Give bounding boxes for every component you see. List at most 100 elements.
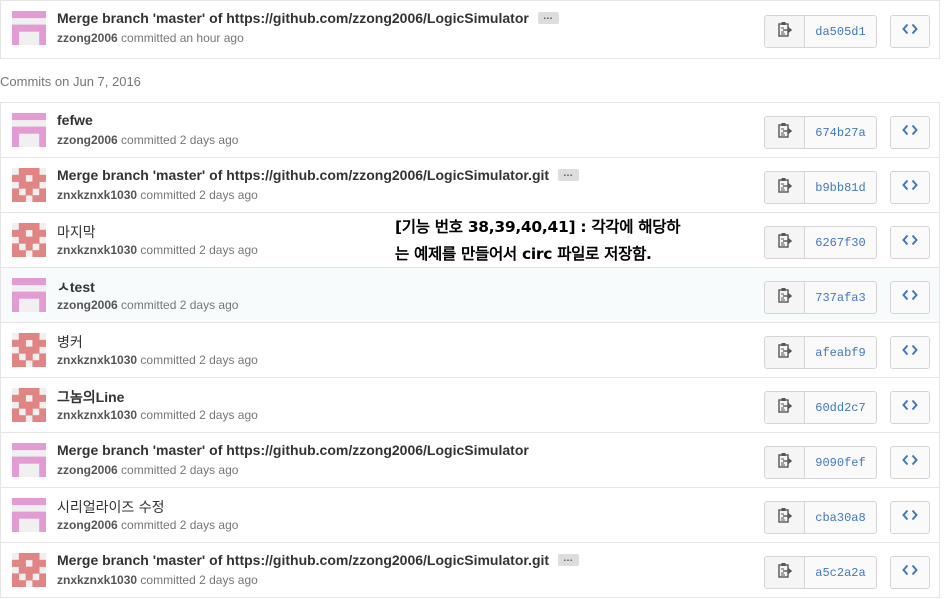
browse-files-button[interactable] <box>890 501 930 534</box>
commit-row: 그놈의Line znxkznxk1030 committed 2 days ago… <box>1 377 939 432</box>
commit-author-link[interactable]: znxkznxk1030 <box>57 408 137 422</box>
commit-title-link[interactable]: 시리얼라이즈 수정 <box>57 497 165 517</box>
clippy-icon <box>777 177 792 198</box>
copy-sha-button[interactable] <box>764 501 805 534</box>
clippy-icon <box>777 21 792 42</box>
clippy-icon <box>777 397 792 418</box>
commit-list-latest: Merge branch 'master' of https://github.… <box>0 0 940 59</box>
commit-title-link[interactable]: 그놈의Line <box>57 387 124 407</box>
commit-time: committed 2 days ago <box>140 353 258 367</box>
browse-files-button[interactable] <box>890 391 930 424</box>
commit-title-link[interactable]: Merge branch 'master' of https://github.… <box>57 442 529 458</box>
expand-message-button[interactable]: … <box>558 554 580 566</box>
commit-author-link[interactable]: znxkznxk1030 <box>57 188 137 202</box>
copy-sha-button[interactable] <box>764 226 805 259</box>
commit-sha-link[interactable]: 6267f30 <box>804 226 877 259</box>
browse-files-button[interactable] <box>890 336 930 369</box>
commit-message: 시리얼라이즈 수정 <box>57 497 165 517</box>
avatar[interactable] <box>12 168 46 202</box>
avatar[interactable] <box>12 443 46 477</box>
copy-sha-button[interactable] <box>764 391 805 424</box>
commit-message: 마지막 <box>57 222 96 242</box>
commit-time: committed 2 days ago <box>140 573 258 587</box>
copy-sha-button[interactable] <box>764 116 805 149</box>
commit-author-link[interactable]: zzong2006 <box>57 463 118 477</box>
commit-author-link[interactable]: zzong2006 <box>57 518 118 532</box>
commit-author-link[interactable]: znxkznxk1030 <box>57 573 137 587</box>
avatar[interactable] <box>12 388 46 422</box>
avatar[interactable] <box>12 223 46 257</box>
commit-message: Merge branch 'master' of https://github.… <box>57 442 529 458</box>
avatar[interactable] <box>12 553 46 587</box>
avatar[interactable] <box>12 333 46 367</box>
browse-files-button[interactable] <box>890 281 930 314</box>
browse-files-button[interactable] <box>890 556 930 589</box>
commit-time: committed 2 days ago <box>140 408 258 422</box>
commit-sha-link[interactable]: 9090fef <box>804 446 877 479</box>
commit-sha-link[interactable]: da505d1 <box>804 15 877 48</box>
annotation-line-1: [기능 번호 38,39,40,41] : 각각에 해당하 <box>395 218 681 236</box>
commit-row: Merge branch 'master' of https://github.… <box>1 157 939 212</box>
expand-message-button[interactable]: … <box>558 169 580 181</box>
annotation-line-2: 는 예제를 만들어서 circ 파일로 저장함. <box>395 245 652 263</box>
commit-meta: zzong2006 committed an hour ago <box>57 31 244 45</box>
commit-message: ㅅtest <box>57 277 95 297</box>
code-icon <box>902 453 918 472</box>
commit-sha-link[interactable]: b9bb81d <box>804 171 877 204</box>
commit-title-link[interactable]: 마지막 <box>57 222 96 242</box>
browse-files-button[interactable] <box>890 446 930 479</box>
browse-files-button[interactable] <box>890 116 930 149</box>
commit-meta: znxkznxk1030 committed 2 days ago <box>57 408 258 422</box>
commit-message: 병커 <box>57 332 83 352</box>
copy-sha-button[interactable] <box>764 336 805 369</box>
commit-row: fefwe zzong2006 committed 2 days ago 674b2… <box>1 102 939 157</box>
commit-row: ㅅtest zzong2006 committed 2 days ago 737af… <box>1 267 939 322</box>
commit-title-link[interactable]: fefwe <box>57 112 93 128</box>
commit-time: committed 2 days ago <box>121 518 239 532</box>
commit-meta: znxkznxk1030 committed 2 days ago <box>57 573 258 587</box>
code-icon <box>902 22 918 41</box>
expand-message-button[interactable]: … <box>537 12 559 24</box>
commit-sha-link[interactable]: afeabf9 <box>804 336 877 369</box>
clippy-icon <box>777 342 792 363</box>
code-icon <box>902 398 918 417</box>
avatar[interactable] <box>12 11 46 45</box>
commit-meta: zzong2006 committed 2 days ago <box>57 463 238 477</box>
commit-row: 시리얼라이즈 수정 zzong2006 committed 2 days ago c… <box>1 487 939 542</box>
commit-author-link[interactable]: znxkznxk1030 <box>57 353 137 367</box>
commit-sha-link[interactable]: a5c2a2a <box>804 556 877 589</box>
commit-meta: znxkznxk1030 committed 2 days ago <box>57 188 258 202</box>
commit-time: committed 2 days ago <box>140 188 258 202</box>
commit-author-link[interactable]: zzong2006 <box>57 133 118 147</box>
code-icon <box>902 343 918 362</box>
commit-author-link[interactable]: znxkznxk1030 <box>57 243 137 257</box>
clippy-icon <box>777 452 792 473</box>
copy-sha-button[interactable] <box>764 281 805 314</box>
avatar[interactable] <box>12 113 46 147</box>
commit-sha-link[interactable]: 737afa3 <box>804 281 877 314</box>
browse-files-button[interactable] <box>890 15 930 48</box>
commit-author-link[interactable]: zzong2006 <box>57 298 118 312</box>
commit-sha-link[interactable]: 674b27a <box>804 116 877 149</box>
browse-files-button[interactable] <box>890 171 930 204</box>
commit-message: Merge branch 'master' of https://github.… <box>57 10 559 26</box>
commit-time: committed 2 days ago <box>121 133 239 147</box>
commit-sha-link[interactable]: cba30a8 <box>804 501 877 534</box>
avatar[interactable] <box>12 498 46 532</box>
clippy-icon <box>777 507 792 528</box>
commit-title-link[interactable]: 병커 <box>57 332 83 352</box>
avatar[interactable] <box>12 278 46 312</box>
commit-sha-link[interactable]: 60dd2c7 <box>804 391 877 424</box>
commit-meta: znxkznxk1030 committed 2 days ago <box>57 243 258 257</box>
commit-title-link[interactable]: ㅅtest <box>57 277 95 297</box>
copy-sha-button[interactable] <box>764 556 805 589</box>
commit-author-link[interactable]: zzong2006 <box>57 31 118 45</box>
copy-sha-button[interactable] <box>764 446 805 479</box>
browse-files-button[interactable] <box>890 226 930 259</box>
copy-sha-button[interactable] <box>764 171 805 204</box>
commit-title-link[interactable]: Merge branch 'master' of https://github.… <box>57 10 529 26</box>
commit-title-link[interactable]: Merge branch 'master' of https://github.… <box>57 167 549 183</box>
commit-title-link[interactable]: Merge branch 'master' of https://github.… <box>57 552 549 568</box>
copy-sha-button[interactable] <box>764 15 805 48</box>
commit-list-jun-7: fefwe zzong2006 committed 2 days ago 674b2… <box>0 102 940 598</box>
